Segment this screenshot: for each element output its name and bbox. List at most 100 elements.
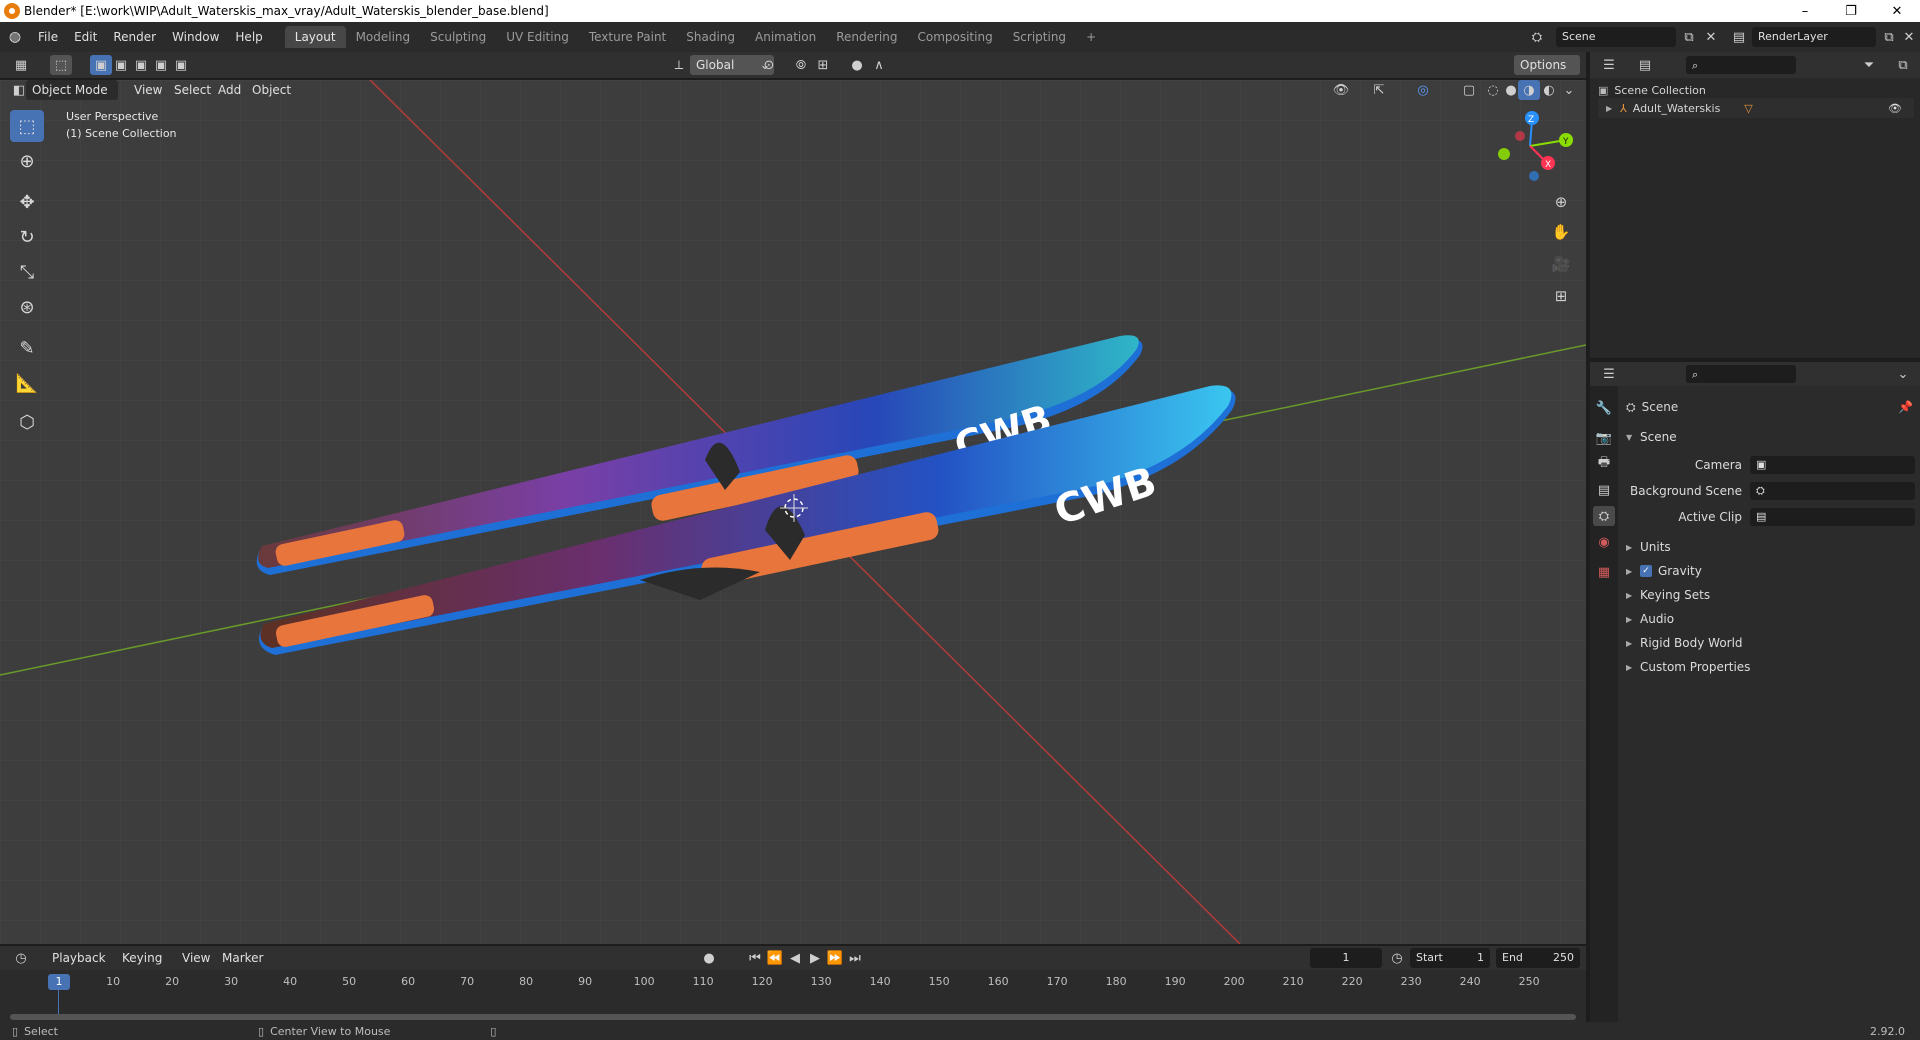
- proportional-edit-icon[interactable]: ●: [846, 55, 868, 75]
- snap-target-icon[interactable]: ⊞: [812, 55, 834, 75]
- shading-rendered-icon[interactable]: ◐: [1538, 80, 1560, 100]
- filter-icon[interactable]: ⏷: [1858, 55, 1880, 75]
- clock-icon[interactable]: ◷: [1386, 948, 1408, 968]
- tab-output-icon[interactable]: 🖶: [1593, 454, 1615, 474]
- select-mode-intersect-icon[interactable]: ▣: [170, 55, 192, 75]
- properties-options-icon[interactable]: ⌄: [1892, 364, 1914, 384]
- playhead-frame-label[interactable]: 1: [48, 974, 70, 990]
- tab-rendering[interactable]: Rendering: [826, 26, 907, 48]
- cursor-tool-icon[interactable]: ⊕: [10, 145, 44, 177]
- visibility-eye-icon[interactable]: 👁: [1888, 102, 1902, 115]
- render-layer-field[interactable]: RenderLayer: [1752, 27, 1876, 47]
- viewport-menu-view[interactable]: View: [128, 80, 168, 100]
- tab-sculpting[interactable]: Sculpting: [420, 26, 496, 48]
- rotate-tool-icon[interactable]: ↻: [10, 221, 44, 253]
- expand-arrow-icon[interactable]: ▶: [1606, 104, 1620, 113]
- viewport-menu-add[interactable]: Add: [212, 80, 247, 100]
- transform-tool-icon[interactable]: ⊛: [10, 291, 44, 323]
- select-mode-subtract-icon[interactable]: ▣: [130, 55, 152, 75]
- delete-render-layer-icon[interactable]: ✕: [1898, 27, 1920, 47]
- menu-window[interactable]: Window: [164, 26, 227, 48]
- jump-keyframe-forward-icon[interactable]: ⏩: [824, 948, 846, 968]
- panel-keying-sets[interactable]: ▶ Keying Sets: [1626, 584, 1920, 606]
- viewport-menu-object[interactable]: Object: [246, 80, 297, 100]
- tab-world-icon[interactable]: ◉: [1593, 532, 1615, 552]
- select-mode-new-icon[interactable]: ▣: [90, 55, 112, 75]
- tab-layout[interactable]: Layout: [284, 26, 346, 48]
- gravity-checkbox[interactable]: ✓: [1640, 565, 1652, 577]
- jump-keyframe-back-icon[interactable]: ⏪: [764, 948, 786, 968]
- shading-material-icon[interactable]: ◑: [1518, 80, 1540, 100]
- new-collection-icon[interactable]: ⧉: [1892, 55, 1914, 75]
- play-icon[interactable]: ▶: [804, 948, 826, 968]
- display-mode-icon[interactable]: ▤: [1634, 55, 1656, 75]
- tab-texture-paint[interactable]: Texture Paint: [579, 26, 676, 48]
- timeline-menu-keying[interactable]: Keying: [116, 948, 168, 968]
- add-workspace-button[interactable]: +: [1076, 26, 1106, 48]
- annotate-tool-icon[interactable]: ✎: [10, 332, 44, 364]
- camera-view-icon[interactable]: 🎥: [1550, 254, 1572, 274]
- object-mode-dropdown[interactable]: Object Mode: [26, 80, 118, 100]
- timeline-editor-type-icon[interactable]: ◷: [10, 948, 32, 968]
- close-button[interactable]: ✕: [1874, 0, 1920, 22]
- panel-units[interactable]: ▶ Units: [1626, 536, 1920, 558]
- timeline-menu-playback[interactable]: Playback: [46, 948, 112, 968]
- xray-toggle-icon[interactable]: ▢: [1458, 80, 1480, 100]
- active-clip-field[interactable]: ▤: [1750, 508, 1915, 526]
- tab-render-icon[interactable]: 📷: [1593, 428, 1615, 448]
- tab-shading[interactable]: Shading: [676, 26, 745, 48]
- properties-search-input[interactable]: ⌕: [1686, 365, 1796, 383]
- menu-render[interactable]: Render: [105, 26, 164, 48]
- current-frame-field[interactable]: 1: [1310, 948, 1382, 968]
- jump-end-icon[interactable]: ⏭: [844, 948, 866, 968]
- viewport-menu-select[interactable]: Select: [168, 80, 217, 100]
- new-scene-icon[interactable]: ⧉: [1678, 27, 1700, 47]
- options-dropdown[interactable]: Options: [1514, 55, 1580, 75]
- tab-modeling[interactable]: Modeling: [346, 26, 421, 48]
- timeline-editor[interactable]: ◷ Playback Keying View Marker ● ⏮ ⏪ ◀ ▶ …: [0, 946, 1586, 1022]
- jump-start-icon[interactable]: ⏮: [744, 948, 766, 968]
- pivot-point-icon[interactable]: ⊙: [758, 55, 780, 75]
- timeline-menu-marker[interactable]: Marker: [216, 948, 269, 968]
- select-mode-invert-icon[interactable]: ▣: [150, 55, 172, 75]
- timeline-menu-view[interactable]: View: [176, 948, 216, 968]
- timeline-scrollbar[interactable]: [10, 1014, 1576, 1020]
- properties-editor-type-icon[interactable]: ☰: [1598, 364, 1620, 384]
- tab-scene-icon[interactable]: ⛭: [1593, 506, 1615, 526]
- shading-options-icon[interactable]: ⌄: [1558, 80, 1580, 100]
- snap-toggle-icon[interactable]: ⦾: [790, 55, 812, 75]
- tab-scripting[interactable]: Scripting: [1003, 26, 1076, 48]
- pan-hand-icon[interactable]: ✋: [1550, 222, 1572, 242]
- timeline-ruler[interactable]: 1 10 20 30 40 50 60 70 80 90 100 110 120 130 140 150 16…: [0, 970, 1586, 1022]
- outliner-row-scene-collection[interactable]: ▣ Scene Collection: [1598, 80, 1914, 100]
- select-box-tool-icon[interactable]: ⬚: [10, 110, 44, 142]
- ortho-toggle-icon[interactable]: ⊞: [1550, 286, 1572, 306]
- play-reverse-icon[interactable]: ◀: [784, 948, 806, 968]
- start-frame-field[interactable]: Start 1: [1410, 948, 1490, 968]
- render-layer-icon[interactable]: ▤: [1728, 27, 1750, 47]
- select-tool-icon[interactable]: ⬚: [50, 55, 72, 75]
- auto-keying-icon[interactable]: ●: [698, 948, 720, 968]
- scale-tool-icon[interactable]: ⤡: [10, 256, 44, 288]
- panel-audio[interactable]: ▶ Audio: [1626, 608, 1920, 630]
- panel-custom-properties[interactable]: ▶ Custom Properties: [1626, 656, 1920, 678]
- scene-selector-icon[interactable]: ⛭: [1526, 27, 1548, 47]
- tab-view-layer-icon[interactable]: ▤: [1593, 480, 1615, 500]
- scene-name-field[interactable]: Scene: [1556, 27, 1676, 47]
- panel-gravity[interactable]: ▶ ✓ Gravity: [1626, 560, 1920, 582]
- tab-uv-editing[interactable]: UV Editing: [496, 26, 579, 48]
- editor-type-icon[interactable]: ▦: [10, 55, 32, 75]
- proportional-falloff-icon[interactable]: ∧: [868, 55, 890, 75]
- menu-help[interactable]: Help: [227, 26, 270, 48]
- minimize-button[interactable]: –: [1782, 0, 1828, 22]
- pin-icon[interactable]: 📌: [1898, 400, 1913, 414]
- delete-scene-icon[interactable]: ✕: [1700, 27, 1722, 47]
- select-mode-extend-icon[interactable]: ▣: [110, 55, 132, 75]
- menu-edit[interactable]: Edit: [66, 26, 105, 48]
- measure-tool-icon[interactable]: 📐: [10, 367, 44, 399]
- 3d-viewport[interactable]: CWB CWB User Perspective (1) Scene Colle…: [0, 80, 1586, 944]
- outliner-row-object[interactable]: ▶ ⅄ Adult_Waterskis ▽ 👁: [1598, 98, 1914, 118]
- camera-field[interactable]: ▣: [1750, 456, 1915, 474]
- zoom-icon[interactable]: ⊕: [1550, 192, 1572, 212]
- tab-tool-icon[interactable]: 🔧: [1593, 398, 1615, 418]
